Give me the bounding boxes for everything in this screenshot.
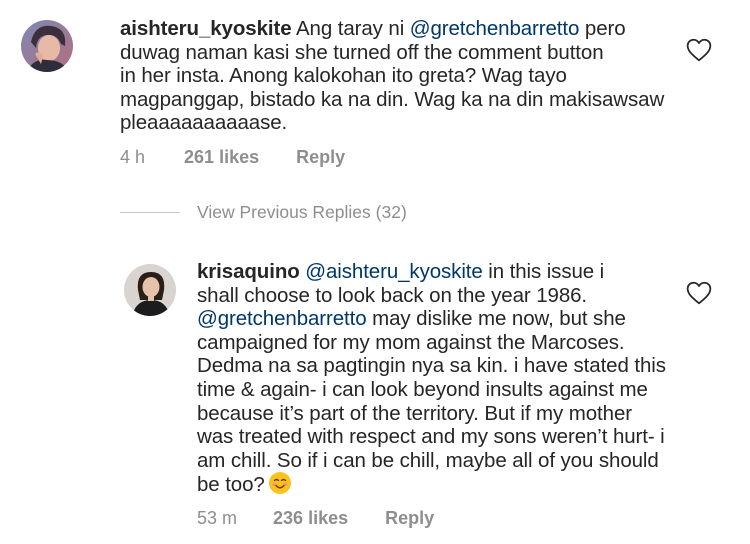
comment-text-segment: because it’s part of the territory. But … xyxy=(197,401,632,425)
heart-outline-icon[interactable] xyxy=(686,38,712,62)
comment-text-segment: may dislike me now, but she xyxy=(366,307,626,331)
divider-line xyxy=(120,211,180,214)
comment-text-segment: magpanggap, bistado ka na din. Wag ka na… xyxy=(120,87,665,111)
comment-text-segment: duwag naman kasi she turned off the comm… xyxy=(120,40,604,64)
avatar-photo xyxy=(21,20,73,72)
likes-count[interactable]: 236 likes xyxy=(273,508,348,529)
avatar[interactable] xyxy=(124,264,176,316)
reply-button[interactable]: Reply xyxy=(385,508,434,529)
comment-text-segment: pero xyxy=(579,17,626,40)
likes-count[interactable]: 261 likes xyxy=(184,147,259,168)
comment-text-segment: Ang taray ni xyxy=(295,17,410,40)
comment-text-segment: am chill. So if i can be chill, maybe al… xyxy=(197,448,659,472)
comment-meta: 53 m 236 likes Reply xyxy=(197,508,434,529)
view-previous-label[interactable]: View Previous Replies (32) xyxy=(197,202,407,223)
heart-outline-icon[interactable] xyxy=(686,281,712,305)
comment-time[interactable]: 53 m xyxy=(197,508,237,529)
view-previous-replies[interactable]: View Previous Replies (32) xyxy=(120,202,407,223)
comment-text-segment: in this issue i xyxy=(482,260,605,283)
comment-text-segment: time & again- i can look beyond insults … xyxy=(197,377,648,401)
reply-button[interactable]: Reply xyxy=(296,147,345,168)
comment-text: krisaquino @aishteru_kyoskite in this is… xyxy=(197,260,697,497)
mention-link[interactable]: @gretchenbarretto xyxy=(197,307,367,330)
avatar-photo xyxy=(124,264,176,316)
comment-text-segment: Dedma na sa pagtingin nya sa kin. i have… xyxy=(197,354,666,378)
comment-text-segment: shall choose to look back on the year 19… xyxy=(197,283,588,307)
comment-time[interactable]: 4 h xyxy=(120,147,145,168)
avatar[interactable] xyxy=(21,20,73,72)
mention-link[interactable]: @gretchenbarretto xyxy=(410,17,580,40)
smiling-face-emoji xyxy=(268,472,291,495)
comment-text-segment: be too? xyxy=(197,473,265,497)
comment-text-segment: was treated with respect and my sons wer… xyxy=(197,425,665,449)
comment-text-segment: campaigned for my mom against the Marcos… xyxy=(197,330,625,354)
comment-text: aishteru_kyoskite Ang taray ni @gretchen… xyxy=(120,17,680,135)
comment-username[interactable]: aishteru_kyoskite xyxy=(120,17,292,40)
comment-text-segment: pleaaaaaaaaaase. xyxy=(120,111,288,135)
comment-username[interactable]: krisaquino xyxy=(197,260,300,283)
comment-meta: 4 h 261 likes Reply xyxy=(120,147,345,168)
comment-text-segment: in her insta. Anong kalokohan ito greta?… xyxy=(120,64,567,88)
mention-link[interactable]: @aishteru_kyoskite xyxy=(305,260,483,283)
